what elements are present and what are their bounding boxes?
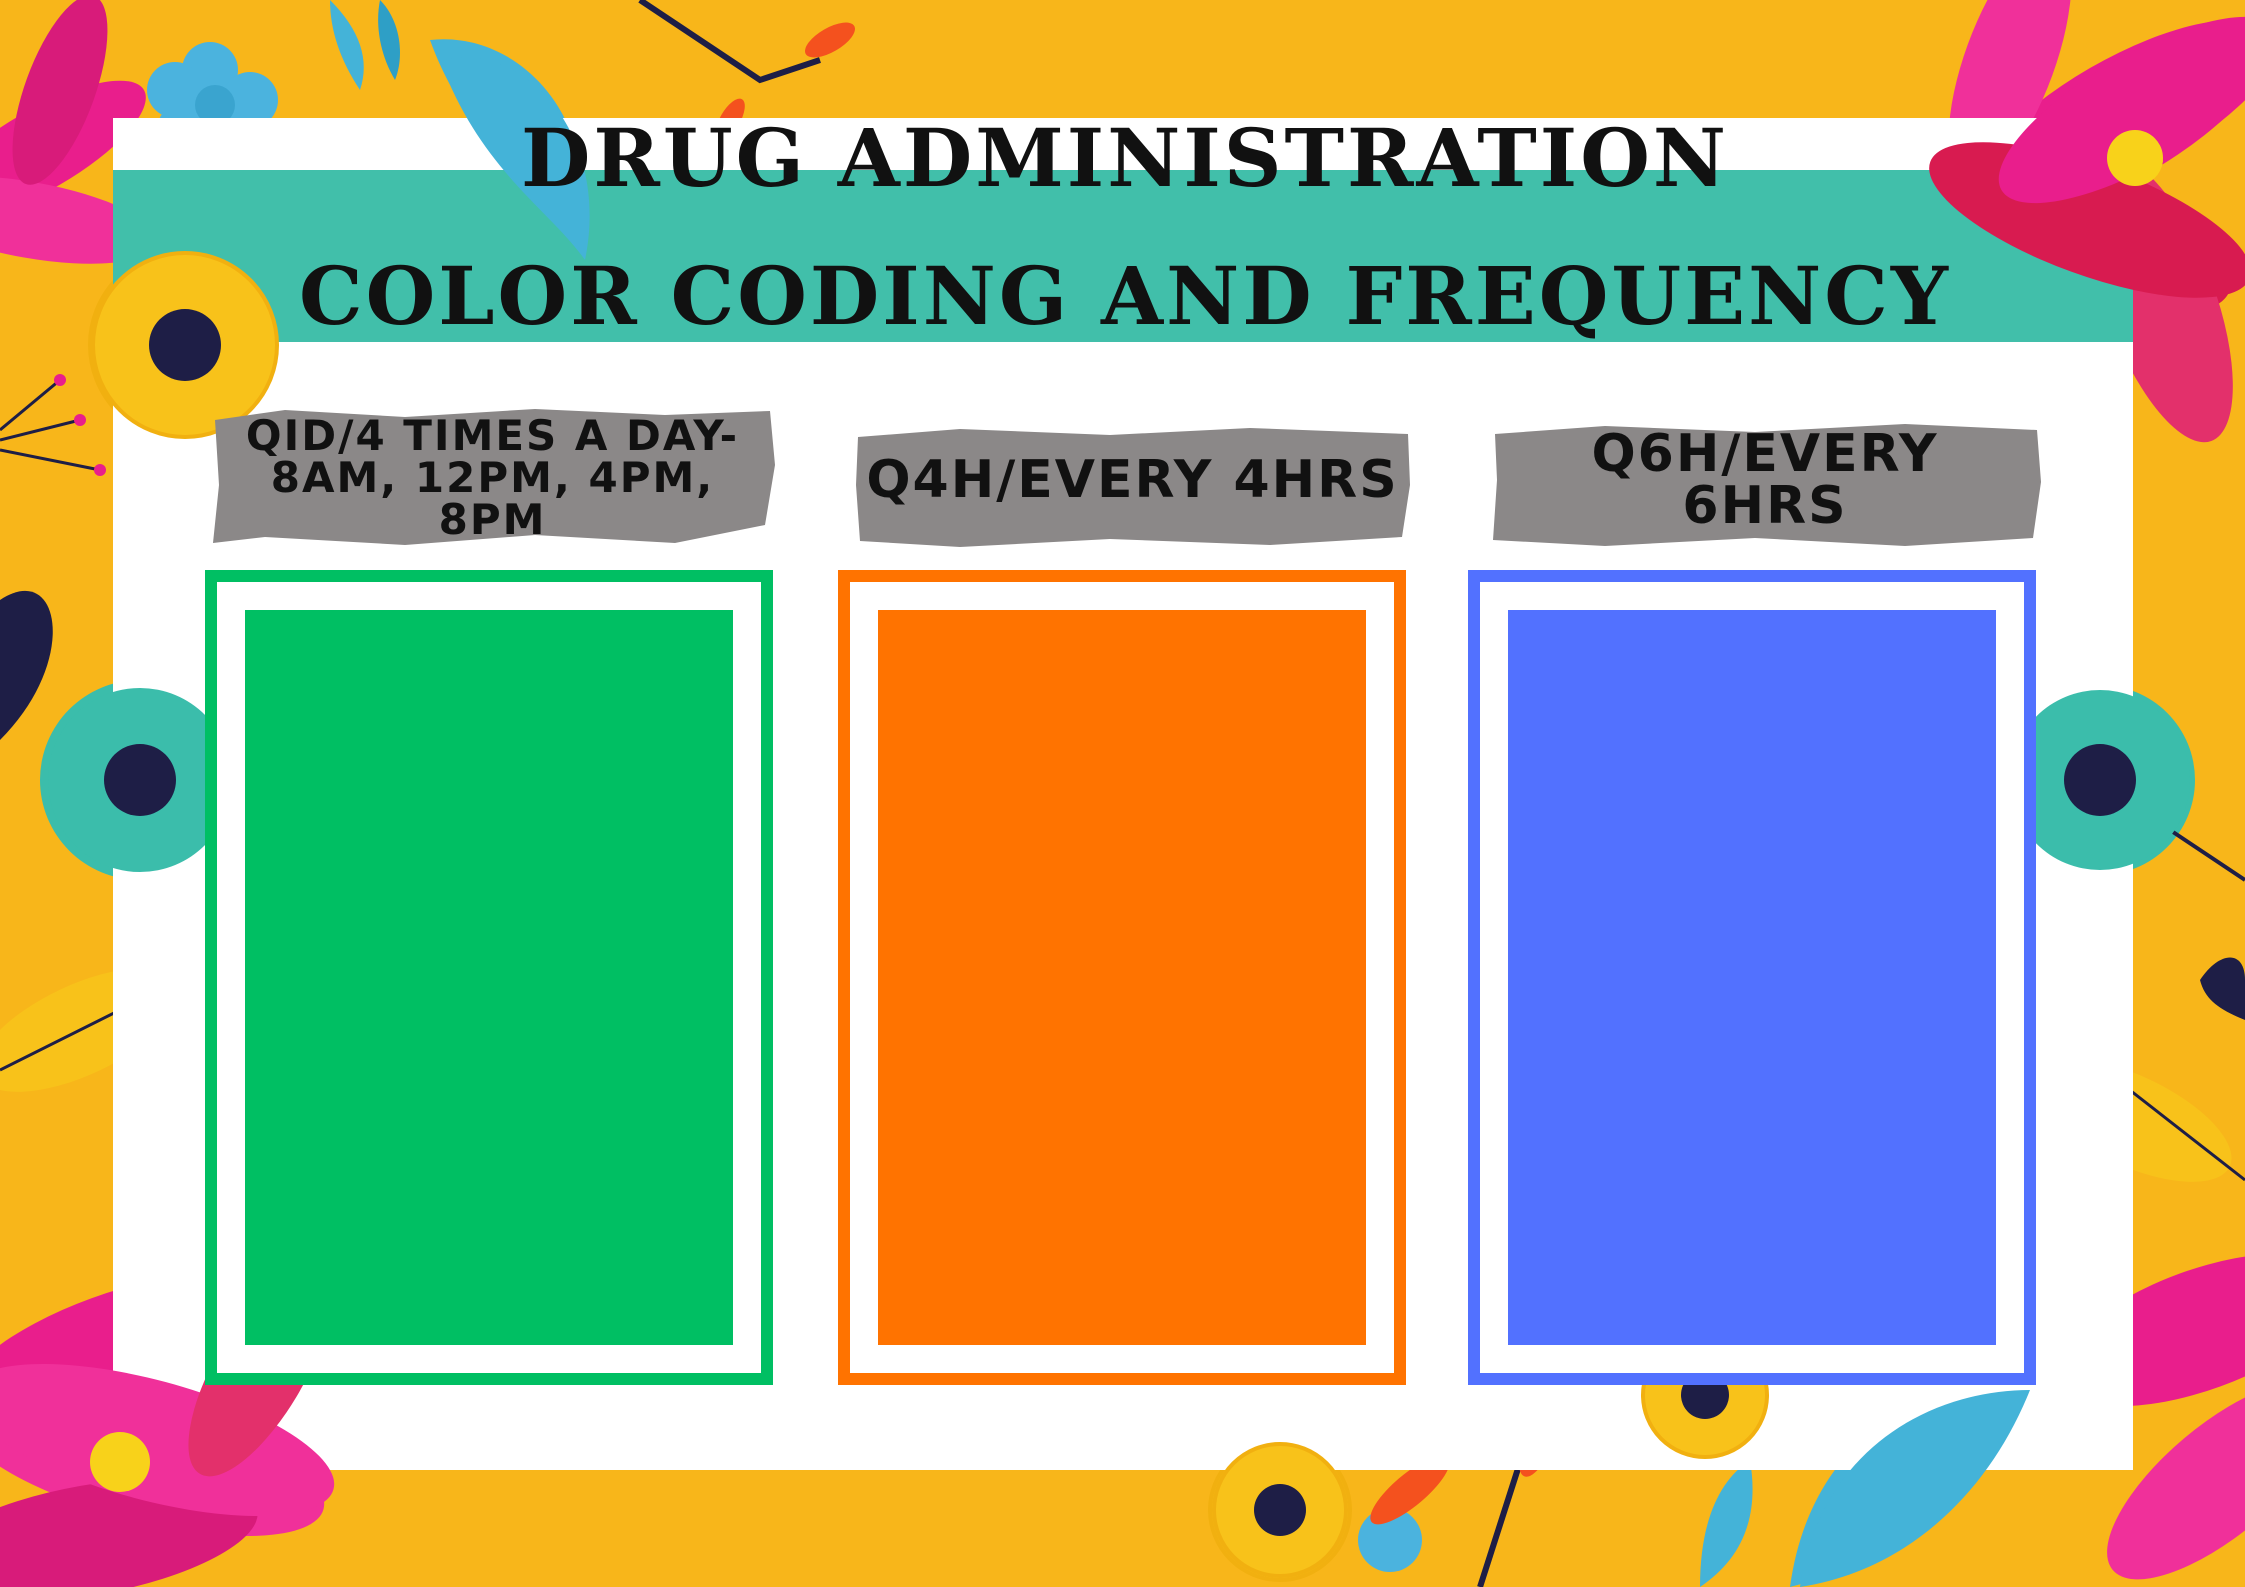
- color-card-blue: [1468, 570, 2036, 1385]
- color-swatch-blue: [1508, 610, 1996, 1345]
- leaf-icon: [1800, 1390, 2030, 1587]
- flower-icon: [1212, 1442, 1348, 1578]
- color-swatch-orange: [878, 610, 1366, 1345]
- title-line-2: COLOR CODING AND FREQUENCY: [298, 249, 1952, 343]
- flower-icon: [2010, 690, 2190, 870]
- color-card-orange: [838, 570, 1406, 1385]
- column-label-qid: QID/4 TIMES A DAY- 8AM, 12PM, 4PM, 8PM: [245, 410, 740, 544]
- color-swatch-green: [245, 610, 733, 1345]
- title-line-1: DRUG ADMINISTRATION: [520, 111, 1729, 205]
- column-label-q6h: Q6H/EVERY 6HRS: [1591, 424, 1939, 536]
- color-card-green: [205, 570, 773, 1385]
- column-label-q4h: Q4H/EVERY 4HRS: [866, 450, 1399, 510]
